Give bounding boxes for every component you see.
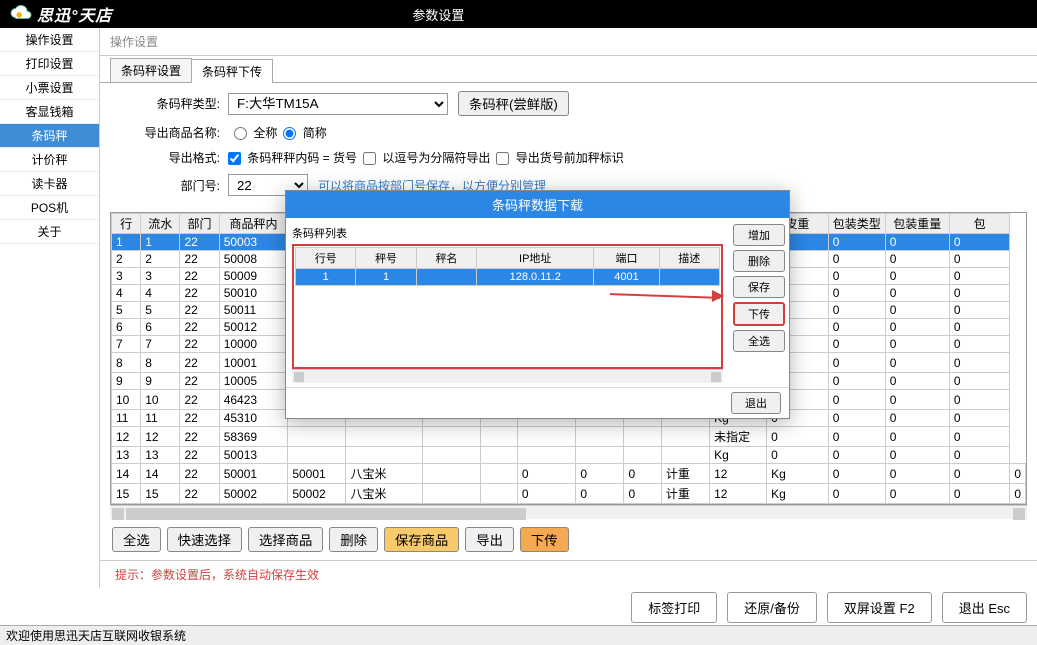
scale-version-button[interactable]: 条码秤(尝鲜版) (458, 91, 569, 116)
cloud-icon (10, 3, 32, 25)
breadcrumb: 操作设置 (100, 28, 1037, 56)
hint-text: 提示：参数设置后，系统自动保存生效 (100, 560, 1037, 588)
sidebar-item-3[interactable]: 客显钱箱 (0, 100, 99, 124)
type-label: 条码秤类型: (120, 95, 220, 112)
exit-button[interactable]: 退出 Esc (942, 592, 1027, 623)
export-button[interactable]: 导出 (465, 527, 514, 552)
table-row[interactable]: 1515225000250002八宝米000计重12Kg0000 (112, 484, 1026, 504)
label-print-button[interactable]: 标签打印 (631, 592, 717, 623)
modal-exit-button[interactable]: 退出 (731, 392, 781, 414)
format-label: 导出格式: (120, 149, 220, 166)
quick-select-button[interactable]: 快速选择 (167, 527, 242, 552)
sidebar: 操作设置打印设置小票设置客显钱箱条码秤计价秤读卡器POS机关于 (0, 28, 100, 588)
table-row[interactable]: 13132250013Kg0000 (112, 447, 1026, 464)
save-product-button[interactable]: 保存商品 (384, 527, 459, 552)
col-header[interactable]: 行 (112, 214, 141, 234)
table-row[interactable]: 12122258369未指定0000 (112, 427, 1026, 447)
sidebar-item-4[interactable]: 条码秤 (0, 124, 99, 148)
col-header[interactable]: 流水 (141, 214, 180, 234)
modal-download-button[interactable]: 下传 (733, 302, 785, 326)
download-modal: 条码秤数据下载 条码秤列表 行号秤号秤名IP地址端口描述 11128.0.11.… (285, 190, 790, 419)
radio-full[interactable]: 全称 (228, 124, 277, 141)
col-header[interactable]: 包装重量 (885, 214, 949, 234)
brand-text: 思迅°天店 (37, 2, 112, 26)
col-header[interactable]: 商品秤内 (219, 214, 288, 234)
modal-subtitle: 条码秤列表 (292, 222, 723, 244)
col-header[interactable]: 部门 (180, 214, 219, 234)
tabs: 条码秤设置条码秤下传 (100, 58, 1037, 83)
sidebar-item-5[interactable]: 计价秤 (0, 148, 99, 172)
modal-add-button[interactable]: 增加 (733, 224, 785, 246)
sidebar-item-2[interactable]: 小票设置 (0, 76, 99, 100)
tab-1[interactable]: 条码秤下传 (191, 59, 273, 83)
sidebar-item-1[interactable]: 打印设置 (0, 52, 99, 76)
status-bar: 欢迎使用思迅天店互联网收银系统 (0, 625, 1037, 645)
tab-0[interactable]: 条码秤设置 (110, 58, 192, 82)
sidebar-item-0[interactable]: 操作设置 (0, 28, 99, 52)
modal-title: 条码秤数据下载 (286, 191, 789, 218)
select-product-button[interactable]: 选择商品 (248, 527, 323, 552)
page-header-title: 参数设置 (412, 5, 464, 24)
restore-button[interactable]: 还原/备份 (727, 592, 817, 623)
col-header[interactable]: 包装类型 (828, 214, 885, 234)
delete-button[interactable]: 删除 (329, 527, 378, 552)
modal-save-button[interactable]: 保存 (733, 276, 785, 298)
sidebar-item-7[interactable]: POS机 (0, 196, 99, 220)
export-name-label: 导出商品名称: (120, 124, 220, 141)
h-scrollbar[interactable] (110, 505, 1027, 519)
brand-logo: 思迅°天店 (10, 2, 112, 26)
modal-selectall-button[interactable]: 全选 (733, 330, 785, 352)
sidebar-item-6[interactable]: 读卡器 (0, 172, 99, 196)
modal-table[interactable]: 行号秤号秤名IP地址端口描述 11128.0.11.24001 (295, 247, 720, 286)
dept-label: 部门号: (120, 177, 220, 194)
radio-short[interactable]: 简称 (277, 124, 326, 141)
fmt-opt2[interactable]: 以逗号为分隔符导出 (363, 149, 490, 166)
modal-scrollbar[interactable] (292, 369, 723, 383)
download-button[interactable]: 下传 (520, 527, 569, 552)
dual-screen-button[interactable]: 双屏设置 F2 (827, 592, 932, 623)
col-header[interactable]: 包 (949, 214, 1009, 234)
fmt-opt1[interactable]: 条码秤秤内码 = 货号 (228, 149, 357, 166)
sidebar-item-8[interactable]: 关于 (0, 220, 99, 244)
fmt-opt3[interactable]: 导出货号前加秤标识 (496, 149, 623, 166)
type-select[interactable]: F:大华TM15A (228, 93, 448, 115)
modal-delete-button[interactable]: 删除 (733, 250, 785, 272)
table-row[interactable]: 1414225000150001八宝米000计重12Kg0000 (112, 464, 1026, 484)
select-all-button[interactable]: 全选 (112, 527, 161, 552)
